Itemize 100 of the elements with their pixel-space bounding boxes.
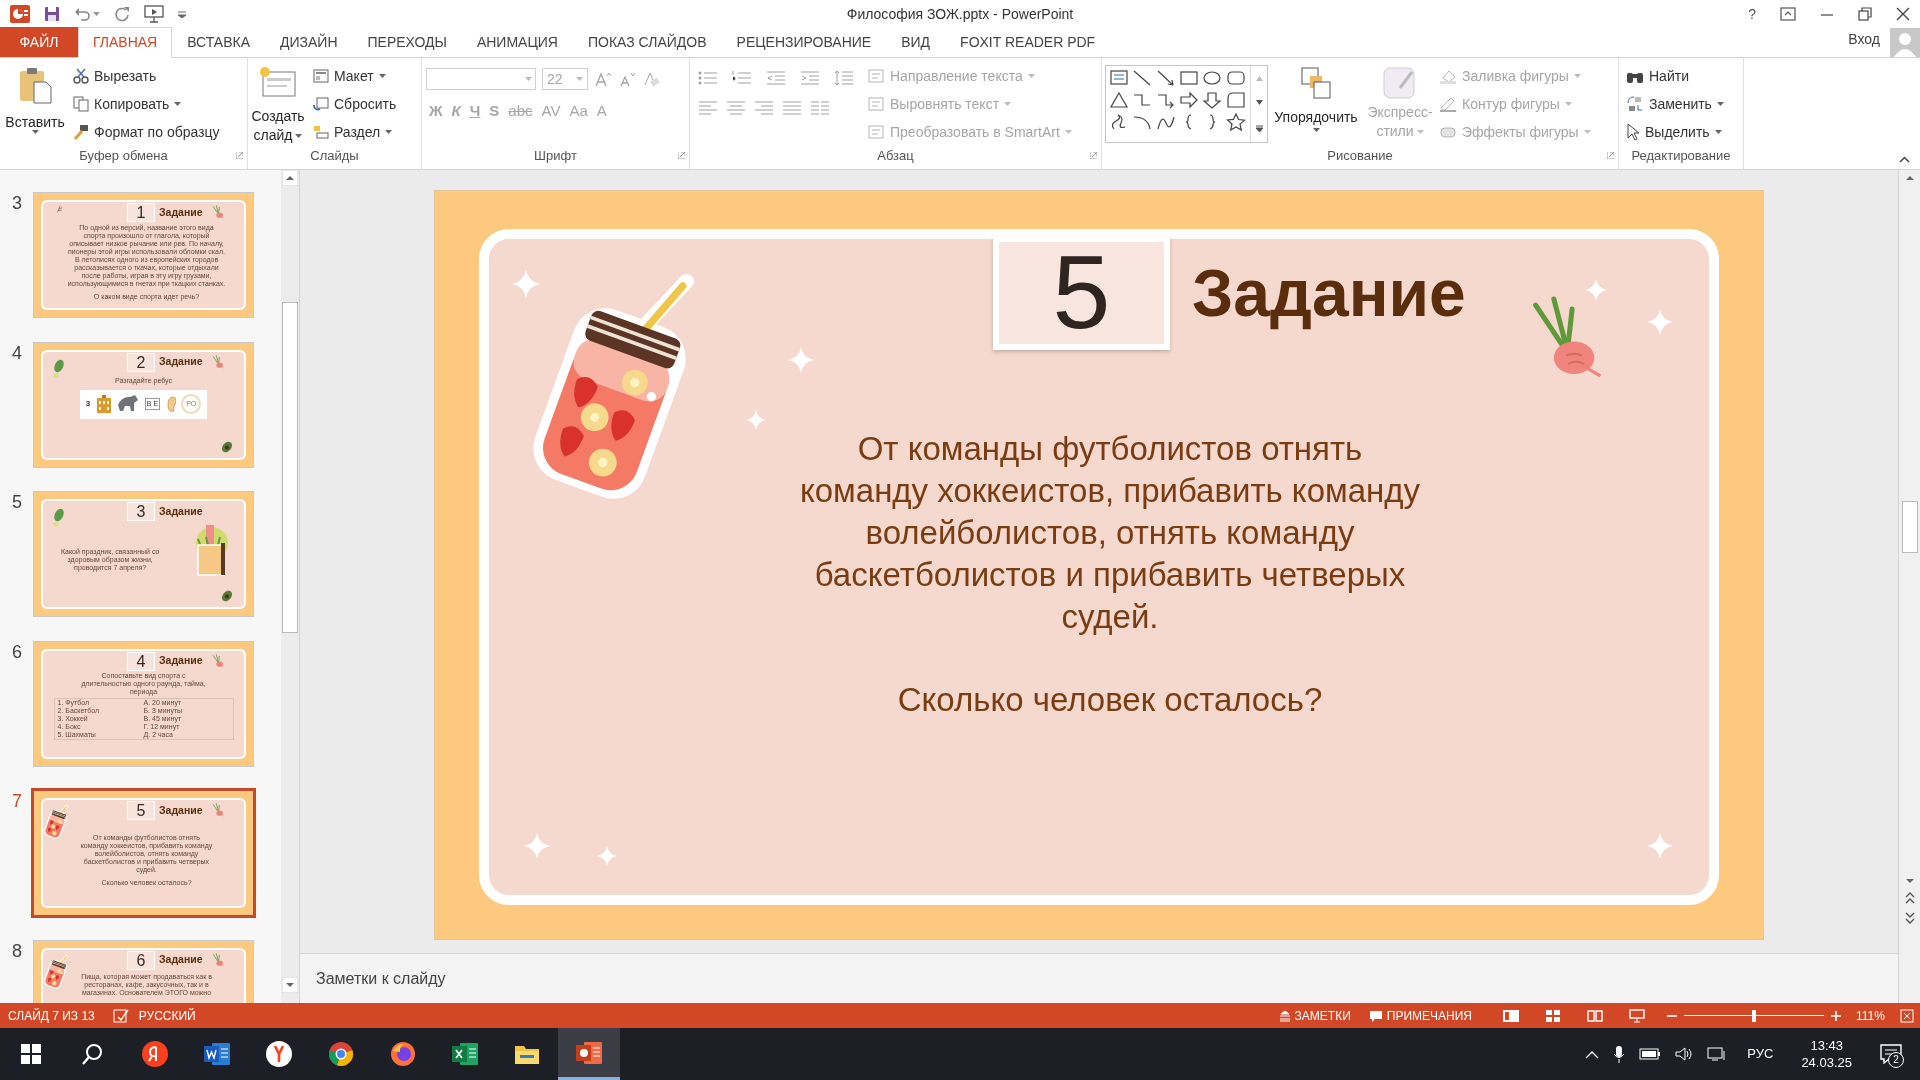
comments-button[interactable]: ПРИМЕЧАНИЯ: [1368, 1006, 1472, 1025]
fit-slide-icon[interactable]: [1900, 1008, 1914, 1023]
bullets-icon[interactable]: [698, 70, 718, 86]
spelling-icon[interactable]: [112, 1007, 129, 1024]
dialog-launcher-icon[interactable]: [678, 152, 685, 159]
section-icon: [313, 125, 329, 139]
collapse-ribbon-icon[interactable]: [1899, 156, 1910, 163]
layout-button[interactable]: Макет: [310, 62, 400, 90]
copy-button[interactable]: Копировать: [70, 90, 223, 118]
scroll-thumb[interactable]: [282, 302, 298, 633]
star-icon[interactable]: [1224, 112, 1247, 132]
notes-pane[interactable]: Заметки к слайду: [300, 953, 1898, 1003]
notes-button[interactable]: ЗАМЕТКИ: [1278, 1006, 1351, 1025]
gallery-down-icon[interactable]: [1255, 100, 1263, 106]
sparkle-icon: [524, 833, 550, 859]
outline-icon: [1439, 96, 1457, 112]
scrollbar[interactable]: [281, 170, 299, 1003]
language-indicator[interactable]: РУССКИЙ: [138, 1006, 196, 1025]
slideshow-view-icon[interactable]: [1628, 1007, 1646, 1024]
notifications-icon[interactable]: [1880, 1044, 1902, 1064]
undo-icon[interactable]: [74, 7, 90, 21]
cut-button[interactable]: Вырезать: [70, 62, 223, 90]
taskbar-button[interactable]: [558, 1028, 620, 1080]
leaf-drawing: [53, 357, 65, 380]
ribbon-tab[interactable]: ГЛАВНАЯ: [78, 27, 173, 58]
tray-expand-icon[interactable]: [1585, 1049, 1600, 1059]
reading-view-icon[interactable]: [1586, 1007, 1604, 1024]
dialog-launcher-icon[interactable]: [1090, 152, 1097, 159]
scroll-up-icon[interactable]: [282, 170, 298, 186]
new-slide-icon: [259, 66, 297, 98]
layout-icon: [313, 69, 329, 83]
down-arrow-icon[interactable]: [1201, 90, 1224, 110]
rounded-rectangle-icon[interactable]: [1224, 68, 1247, 88]
ribbon-display-icon[interactable]: [1780, 7, 1796, 21]
sparkle-icon: [788, 347, 814, 373]
save-icon[interactable]: [44, 6, 60, 22]
chrome-icon: [328, 1041, 354, 1067]
notes-field[interactable]: Заметки к слайду: [316, 963, 1876, 994]
file-tab[interactable]: ФАЙЛ: [0, 27, 78, 57]
ribbon-tab[interactable]: ПЕРЕХОДЫ: [352, 27, 462, 58]
sparkle-icon: [746, 410, 766, 430]
sparkle-icon: [597, 846, 617, 866]
slide-number: 5: [11, 492, 23, 512]
microphone-icon[interactable]: [1613, 1045, 1626, 1063]
caret-icon: [174, 102, 182, 106]
slide-title: Задание: [159, 653, 203, 669]
ribbon-tab[interactable]: ВСТАВКА: [172, 27, 265, 58]
sign-in-link[interactable]: Вход: [1848, 29, 1880, 50]
radish-drawing: [211, 653, 225, 668]
caret-icon: [1312, 128, 1320, 132]
caret-icon: [1064, 130, 1072, 134]
powerpoint-logo-icon: [10, 5, 30, 23]
slide-title: Задание: [1192, 254, 1466, 332]
new-slide-button[interactable]: Создать слайд: [248, 62, 308, 146]
slide-thumbnail[interactable]: [33, 192, 254, 318]
caret-icon: [1004, 102, 1012, 106]
line-spacing-icon[interactable]: [834, 70, 854, 86]
oval-icon[interactable]: [1201, 68, 1224, 88]
network-icon[interactable]: [1707, 1046, 1728, 1062]
slideshow-icon[interactable]: [144, 5, 164, 23]
scroll-thumb[interactable]: [1901, 501, 1918, 553]
zoom-slider-thumb[interactable]: [1752, 1009, 1756, 1022]
close-icon[interactable]: [1896, 7, 1910, 21]
redo-icon[interactable]: [114, 6, 130, 22]
ribbon-tab[interactable]: FOXIT READER PDF: [945, 27, 1111, 58]
customize-icon[interactable]: [178, 10, 186, 18]
right-arrow-icon[interactable]: [1178, 90, 1200, 110]
reset-button[interactable]: Сбросить: [310, 90, 400, 118]
editing-command[interactable]: Найти: [1623, 62, 1727, 90]
triangle-icon[interactable]: [1108, 90, 1130, 110]
ribbon-tab[interactable]: АНИМАЦИЯ: [461, 27, 573, 58]
battery-icon[interactable]: [1639, 1048, 1662, 1060]
caret-icon: [1027, 74, 1035, 78]
ribbon-tab[interactable]: ДИЗАЙН: [265, 27, 353, 58]
editing-command[interactable]: Выделить: [1623, 118, 1727, 146]
clock[interactable]: 13:43 24.03.25: [1801, 1037, 1852, 1071]
ribbon-tab[interactable]: РЕЦЕНЗИРОВАНИЕ: [721, 27, 887, 58]
help-button[interactable]: ?: [1748, 3, 1756, 25]
caret-icon: [1716, 102, 1724, 106]
zoom-in-icon[interactable]: [1830, 1009, 1842, 1022]
paste-button[interactable]: Вставить: [0, 62, 70, 146]
ribbon-tab[interactable]: ВИД: [886, 27, 946, 58]
scroll-down-icon[interactable]: [282, 977, 298, 993]
radish-drawing: [211, 803, 225, 817]
zoom-level[interactable]: 111%: [1856, 1006, 1890, 1025]
restore-icon[interactable]: [1858, 7, 1872, 21]
dialog-launcher-icon[interactable]: [1607, 152, 1614, 159]
dialog-launcher-icon[interactable]: [236, 152, 243, 159]
scrollbar[interactable]: [1898, 170, 1920, 1003]
section-button[interactable]: Раздел: [310, 118, 400, 146]
arrange-button[interactable]: Упорядочить: [1268, 62, 1364, 146]
gallery-more-icon[interactable]: [1255, 125, 1263, 133]
keyboard-language[interactable]: РУС: [1747, 1044, 1774, 1064]
format-painter-button[interactable]: Формат по образцу: [70, 118, 223, 146]
volume-icon[interactable]: [1675, 1046, 1694, 1062]
normal-view-icon[interactable]: [1502, 1007, 1520, 1024]
editing-command[interactable]: Заменить: [1623, 90, 1727, 118]
slide-sorter-icon[interactable]: [1544, 1007, 1562, 1024]
firefox-icon: [390, 1041, 416, 1067]
ribbon-tab[interactable]: ПОКАЗ СЛАЙДОВ: [572, 27, 722, 58]
